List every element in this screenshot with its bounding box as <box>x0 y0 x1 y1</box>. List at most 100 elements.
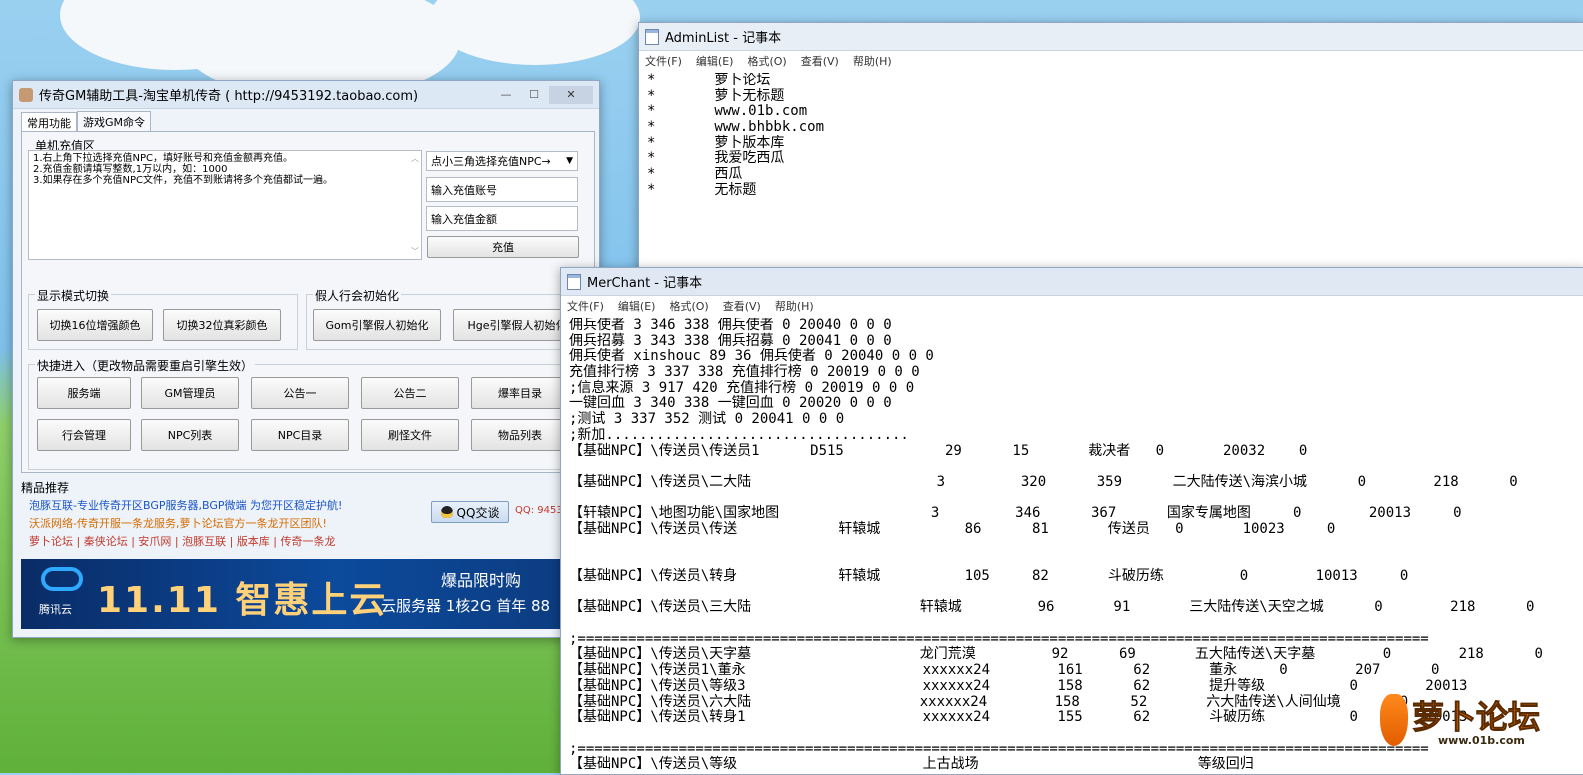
merchant-titlebar[interactable]: MerChant - 记事本 <box>561 268 1583 296</box>
ad-link-paotun[interactable]: 泡豚互联-专业传奇开区BGP服务器,BGP微端 为您开区稳定护航! <box>29 497 342 513</box>
maximize-icon[interactable]: ☐ <box>521 86 547 104</box>
instruction-line: 3.如果存在多个充值NPC文件，充值不到账请将多个充值都试一遍。 <box>33 175 334 186</box>
minimize-icon[interactable]: — <box>493 86 519 104</box>
app-avatar-icon <box>19 87 33 102</box>
menu-help[interactable]: 帮助(H) <box>775 298 814 314</box>
menu-edit[interactable]: 编辑(E) <box>618 298 656 314</box>
menu-view[interactable]: 查看(V) <box>723 298 761 314</box>
text-line: * 萝卜论坛 <box>647 73 771 88</box>
text-line: 【基础NPC】\传送员1\董永 xxxxxx24 161 62 董永 0 207… <box>569 662 1440 679</box>
text-line: 【基础NPC】\传送员\转身 轩辕城 105 82 斗破历练 0 10013 0 <box>569 568 1409 584</box>
tab-gm-commands[interactable]: 游戏GM命令 <box>77 111 152 132</box>
adminlist-window[interactable]: AdminList - 记事本 文件(F) 编辑(E) 格式(O) 查看(V) … <box>638 22 1583 274</box>
qq-penguin-icon <box>440 506 453 518</box>
text-line: 佣兵使者 3 346 338 佣兵使者 0 20040 0 0 0 <box>569 318 892 333</box>
close-icon[interactable]: ✕ <box>549 85 593 104</box>
notepad-icon <box>645 28 659 45</box>
ad-link-wopai[interactable]: 沃派网络-传奇开服一条龙服务,萝卜论坛官方一条龙开区团队! <box>29 515 327 531</box>
carrot-icon <box>1380 694 1408 746</box>
gm-admin-button[interactable]: GM管理员 <box>141 377 239 409</box>
qq-chat-button[interactable]: QQ交谈 <box>431 501 509 523</box>
drop-rate-dir-button[interactable]: 爆率目录 <box>471 377 569 409</box>
text-line <box>569 459 1583 475</box>
banner-headline: 11.11 智惠上云 <box>97 580 388 621</box>
gm-titlebar[interactable]: 传奇GM辅助工具-淘宝单机传奇 ( http://9453192.taobao.… <box>13 81 599 109</box>
gm-tool-window[interactable]: 传奇GM辅助工具-淘宝单机传奇 ( http://9453192.taobao.… <box>12 80 600 638</box>
adminlist-titlebar[interactable]: AdminList - 记事本 <box>639 23 1583 51</box>
text-line <box>569 538 1583 554</box>
link-version-lib[interactable]: 版本库 <box>237 535 270 548</box>
text-line: 佣兵使者 xinshouc 89 36 佣兵使者 0 20040 0 0 0 <box>569 348 934 365</box>
qq-number: QQ: 9453 <box>515 505 563 516</box>
text-line: 【基础NPC】\传送员\传送 轩辕城 86 81 传送员 0 10023 0 <box>569 520 1336 537</box>
text-line <box>569 553 1583 569</box>
site-links: 萝卜论坛 | 秦侠论坛 | 安爪网 | 泡豚互联 | 版本库 | 传奇一条龙 <box>29 535 336 548</box>
menu-help[interactable]: 帮助(H) <box>853 53 892 69</box>
notepad-icon <box>567 273 581 290</box>
menubar: 文件(F) 编辑(E) 格式(O) 查看(V) 帮助(H) <box>639 51 1583 71</box>
npc-list-button[interactable]: NPC列表 <box>141 419 239 451</box>
watermark-text: 萝卜论坛 <box>1411 698 1541 737</box>
scrollbar-up-icon[interactable]: ︿ <box>411 153 419 164</box>
link-luobo[interactable]: 萝卜论坛 <box>29 535 73 548</box>
text-line: 【基础NPC】\传送员\等级 上古战场 等级回归 <box>569 756 1254 773</box>
link-anzhua[interactable]: 安爪网 <box>138 535 171 548</box>
cloud-shape <box>430 0 640 65</box>
text-line: * 萝卜无标题 <box>647 87 785 104</box>
link-yitiaolong[interactable]: 传奇一条龙 <box>281 535 336 548</box>
menu-format[interactable]: 格式(O) <box>669 298 708 314</box>
dropdown-arrow-icon[interactable]: ▼ <box>566 156 573 166</box>
ad-banner[interactable]: 腾讯云 11.11 智惠上云 爆品限时购 云服务器 1核2G 首年 88 <box>21 559 591 629</box>
link-qinxia[interactable]: 秦侠论坛 <box>84 535 128 548</box>
text-line: * 萝卜版本库 <box>647 134 785 151</box>
text-line: 【基础NPC】\传送员\传送员1 D515 29 15 裁决者 0 20032 … <box>569 442 1308 459</box>
text-line: * www.01b.com <box>647 103 808 120</box>
display-mode-group: 显示模式切换 切换16位增强颜色 切换32位真彩颜色 <box>28 287 298 350</box>
tab-common[interactable]: 常用功能 <box>21 112 77 133</box>
switch-16bit-button[interactable]: 切换16位增强颜色 <box>37 309 153 341</box>
window-title: AdminList - 记事本 <box>665 31 782 46</box>
amount-input[interactable]: 输入充值金额 <box>426 206 578 231</box>
recharge-button[interactable]: 充值 <box>427 236 579 258</box>
cloud-logo-icon <box>41 567 83 591</box>
window-title: 传奇GM辅助工具-淘宝单机传奇 ( http://9453192.taobao.… <box>39 89 419 104</box>
scrollbar-down-icon[interactable]: ﹀ <box>411 246 419 257</box>
notice-two-button[interactable]: 公告二 <box>361 377 459 409</box>
notice-one-button[interactable]: 公告一 <box>251 377 349 409</box>
group-title: 快捷进入（更改物品需要重启引擎生效） <box>35 357 256 374</box>
npc-dir-button[interactable]: NPC目录 <box>251 419 349 451</box>
menu-file[interactable]: 文件(F) <box>645 53 682 69</box>
monster-file-button[interactable]: 刷怪文件 <box>361 419 459 451</box>
menu-file[interactable]: 文件(F) <box>567 298 604 314</box>
text-line <box>569 491 1583 507</box>
text-line: ;测试 3 337 352 测试 0 20041 0 0 0 <box>569 411 845 428</box>
npc-select[interactable]: 点小三角选择充值NPC→ ▼ <box>426 151 578 171</box>
gom-init-button[interactable]: Gom引擎假人初始化 <box>313 309 441 341</box>
instructions-memo[interactable]: 1.右上角下拉选择充值NPC，填好账号和充值金额再充值。 2.充值金额请填写整数… <box>28 150 422 260</box>
quick-access-group: 快捷进入（更改物品需要重启引擎生效） 服务端 GM管理员 公告一 公告二 爆率目… <box>28 357 590 470</box>
text-line: 【轩辕NPC】\地图功能\国家地图 3 346 367 国家专属地图 0 200… <box>569 505 1462 522</box>
link-paotun[interactable]: 泡豚互联 <box>182 535 226 548</box>
text-line: 充值排行榜 3 337 338 充值排行榜 0 20019 0 0 0 <box>569 364 920 381</box>
banner-sub: 云服务器 1核2G 首年 88 <box>381 597 551 615</box>
text-editor-area[interactable]: * 萝卜论坛 * 萝卜无标题 * www.01b.com * www.bhbbk.co… <box>639 73 1583 273</box>
text-line: ;信息来源 3 917 420 充值排行榜 0 20019 0 0 0 <box>569 379 915 396</box>
banner-brand: 腾讯云 <box>39 603 72 616</box>
text-line: 【基础NPC】\传送员\天字墓 龙门荒漠 92 69 五大陆传送\天字墓 0 2… <box>569 646 1543 663</box>
instruction-line: 2.充值金额请填写整数,1万以内，如：1000 <box>33 164 228 175</box>
luobo-watermark-logo: 萝卜论坛 www.01b.com <box>1380 686 1550 758</box>
menu-format[interactable]: 格式(O) <box>747 53 786 69</box>
account-input[interactable]: 输入充值账号 <box>426 177 578 202</box>
server-button[interactable]: 服务端 <box>37 377 131 409</box>
menu-view[interactable]: 查看(V) <box>801 53 839 69</box>
text-line: 一键回血 3 340 338 一键回血 0 20020 0 0 0 <box>569 395 892 412</box>
guild-manage-button[interactable]: 行会管理 <box>37 419 131 451</box>
watermark-sub: www.01b.com <box>1438 734 1525 747</box>
banner-tag: 爆品限时购 <box>441 571 522 590</box>
group-title: 假人行会初始化 <box>313 287 402 304</box>
switch-32bit-button[interactable]: 切换32位真彩颜色 <box>163 309 281 341</box>
menu-edit[interactable]: 编辑(E) <box>696 53 734 69</box>
text-line: * 我爱吃西瓜 <box>647 150 785 167</box>
recommend-title: 精品推荐 <box>21 481 70 495</box>
item-list-button[interactable]: 物品列表 <box>471 419 569 451</box>
